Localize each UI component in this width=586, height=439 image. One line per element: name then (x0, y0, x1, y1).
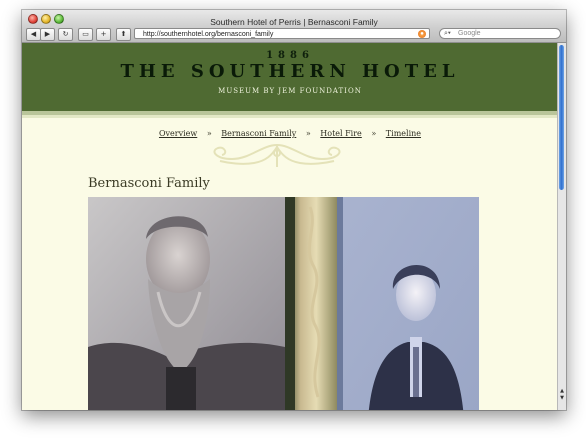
nav-separator: » (206, 129, 212, 138)
search-field[interactable]: ⌕▾ Google (439, 28, 561, 39)
nav-separator: » (371, 129, 377, 138)
url-text: http://southernhotel.org/bernasconi_fami… (143, 31, 274, 38)
search-icon: ⌕▾ (444, 30, 451, 37)
nav-separator: » (305, 129, 311, 138)
share-button[interactable]: ⬆ (116, 28, 131, 41)
scroll-arrows[interactable]: ▲ ▼ (558, 388, 566, 402)
window-title: Southern Hotel of Perris | Bernasconi Fa… (210, 17, 378, 27)
window-controls (28, 13, 64, 24)
close-window-button[interactable] (28, 14, 38, 24)
title-bar: Southern Hotel of Perris | Bernasconi Fa… (22, 10, 566, 27)
vertical-scrollbar[interactable]: ▲ ▼ (557, 43, 566, 410)
nav-timeline[interactable]: Timeline (386, 129, 421, 138)
browser-toolbar: ◀ ▶ ↻ ▭ + ⬆ http://southernhotel.org/ber… (22, 27, 566, 43)
upload-icon: ⬆ (120, 30, 127, 38)
page-viewport: 1886 THE SOUTHERN HOTEL MUSEUM BY JEM FO… (22, 43, 558, 410)
site-banner: 1886 THE SOUTHERN HOTEL MUSEUM BY JEM FO… (22, 43, 558, 115)
site-title[interactable]: THE SOUTHERN HOTEL (22, 61, 558, 82)
main-nav: Overview » Bernasconi Family » Hotel Fir… (22, 129, 558, 138)
minimize-window-button[interactable] (41, 14, 51, 24)
nav-overview[interactable]: Overview (159, 129, 197, 138)
reload-button[interactable]: ↻ (58, 28, 73, 41)
nav-bernasconi-family[interactable]: Bernasconi Family (221, 129, 296, 138)
back-button[interactable]: ◀ (26, 28, 41, 41)
screenshot-button[interactable]: ▭ (78, 28, 93, 41)
banner-year: 1886 (266, 50, 314, 61)
url-field[interactable]: http://southernhotel.org/bernasconi_fami… (134, 28, 430, 39)
flourish-ornament (213, 144, 341, 167)
search-placeholder: Google (458, 30, 481, 37)
plus-icon: + (100, 30, 107, 38)
family-portraits-photo (88, 197, 479, 410)
nav-hotel-fire[interactable]: Hotel Fire (320, 129, 362, 138)
site-subtitle: MUSEUM BY JEM FOUNDATION (218, 87, 362, 95)
forward-arrow-icon: ▶ (44, 30, 51, 38)
zoom-window-button[interactable] (54, 14, 64, 24)
browser-window: Southern Hotel of Perris | Bernasconi Fa… (22, 10, 566, 410)
add-bookmark-button[interactable]: + (96, 28, 111, 41)
rss-icon[interactable]: ● (418, 30, 426, 38)
scrollbar-thumb[interactable] (559, 45, 564, 190)
reload-icon: ↻ (62, 30, 69, 38)
forward-button[interactable]: ▶ (40, 28, 55, 41)
screenshot-icon: ▭ (82, 30, 89, 38)
back-arrow-icon: ◀ (30, 30, 37, 38)
page-heading: Bernasconi Family (88, 176, 210, 191)
